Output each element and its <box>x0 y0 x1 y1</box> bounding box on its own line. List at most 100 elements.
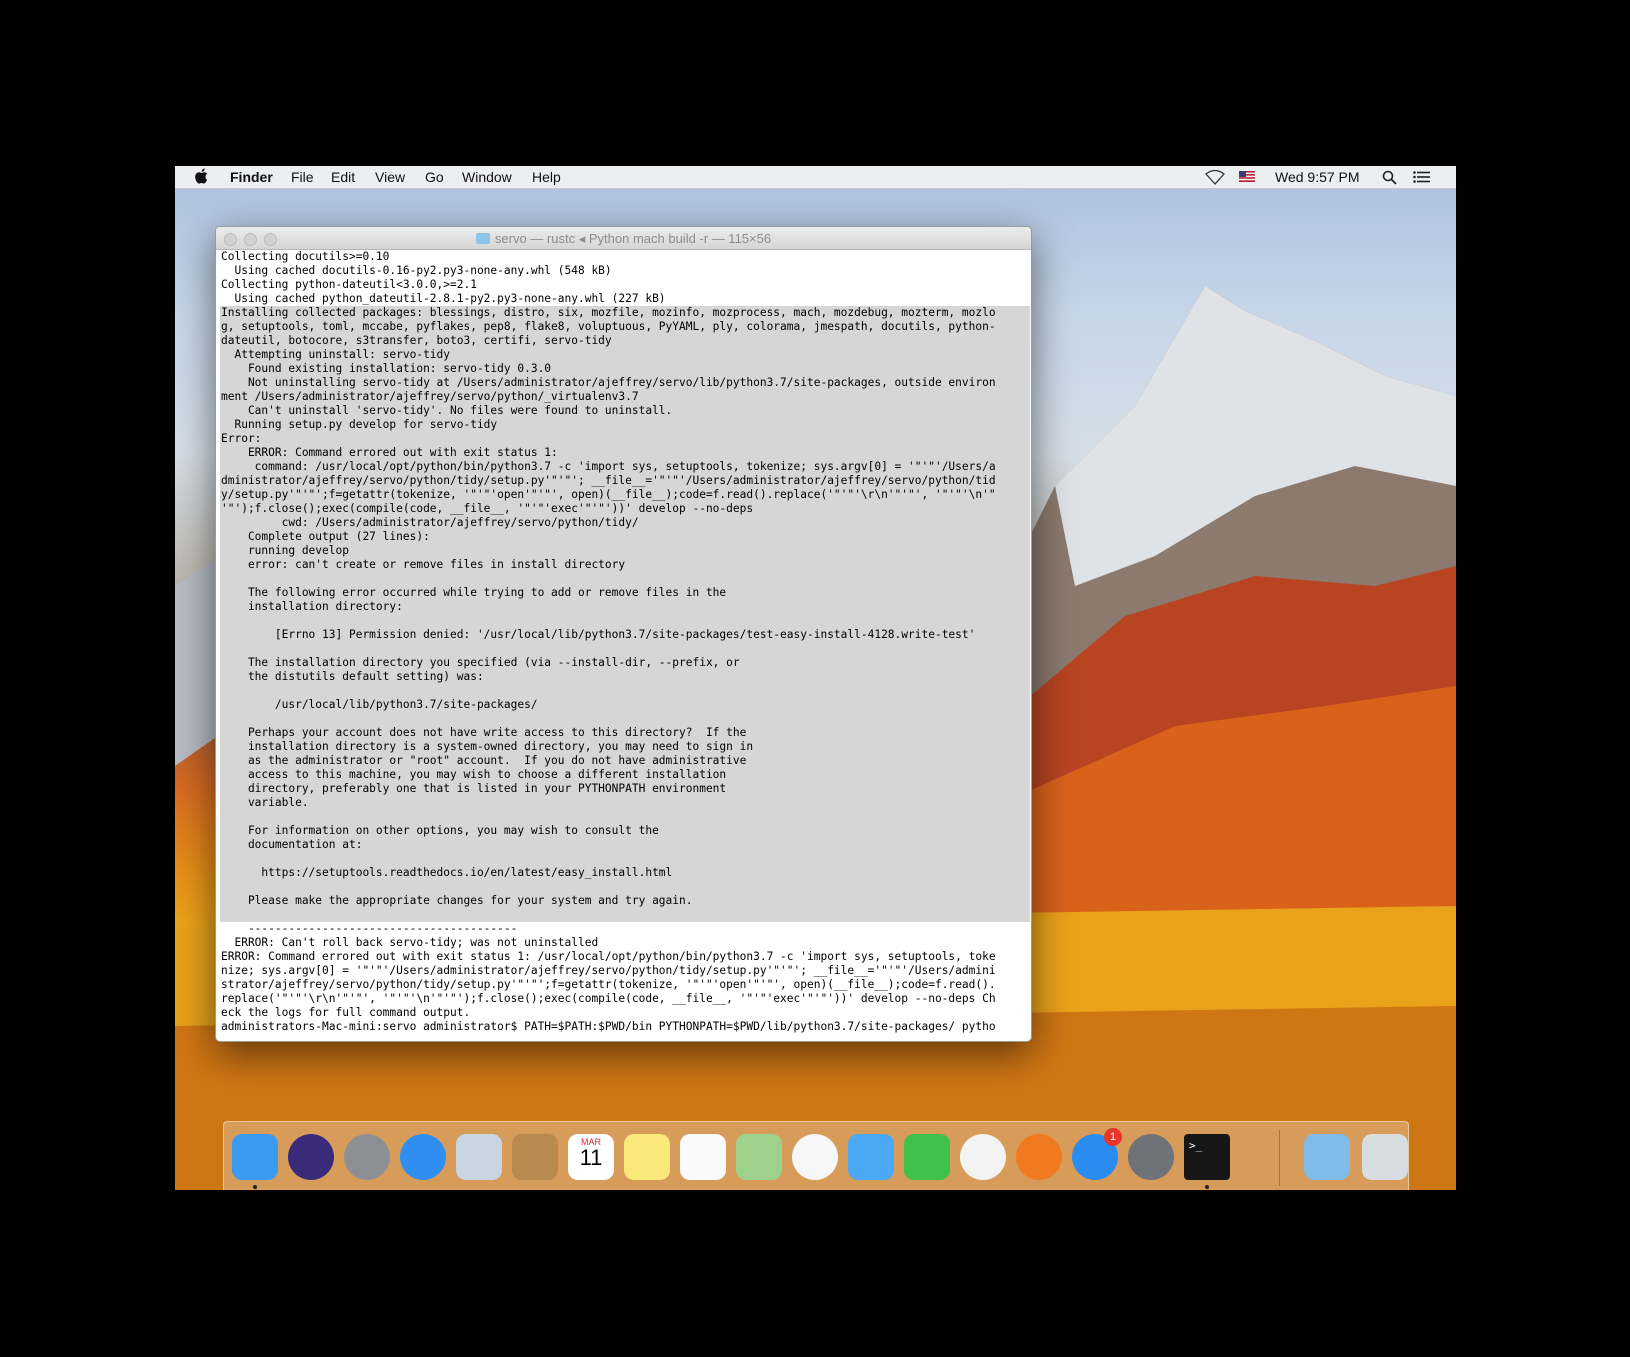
terminal-icon[interactable]: >_ <box>1184 1134 1230 1180</box>
terminal-line: ---------------------------------------- <box>221 922 518 935</box>
terminal-line: Can't uninstall 'servo-tidy'. No files w… <box>220 404 1030 418</box>
trash-icon[interactable] <box>1362 1134 1408 1180</box>
system-preferences-icon[interactable] <box>1128 1134 1174 1180</box>
dock-separator <box>1279 1130 1280 1186</box>
terminal-line: dministrator/ajeffrey/servo/python/tidy/… <box>220 474 1030 488</box>
terminal-line: ERROR: Command errored out with exit sta… <box>221 950 996 963</box>
menu-clock[interactable]: Wed 9:57 PM <box>1275 169 1360 185</box>
terminal-line: Running setup.py develop for servo-tidy <box>220 418 1030 432</box>
menu-help[interactable]: Help <box>532 169 561 185</box>
terminal-output[interactable]: Collecting docutils>=0.10 Using cached d… <box>220 250 1030 1040</box>
terminal-line: Complete output (27 lines): <box>220 530 1030 544</box>
ibooks-icon[interactable] <box>1016 1134 1062 1180</box>
terminal-line: Found existing installation: servo-tidy … <box>220 362 1030 376</box>
notes-icon[interactable] <box>624 1134 670 1180</box>
menu-window[interactable]: Window <box>462 169 512 185</box>
terminal-line <box>220 614 1030 628</box>
menu-edit[interactable]: Edit <box>331 169 355 185</box>
terminal-line: strator/ajeffrey/servo/python/tidy/setup… <box>221 978 996 991</box>
terminal-line: Not uninstalling servo-tidy at /Users/ad… <box>220 376 1030 390</box>
terminal-line: The following error occurred while tryin… <box>220 586 1030 600</box>
terminal-line: Collecting docutils>=0.10 <box>221 250 390 263</box>
menu-view[interactable]: View <box>375 169 405 185</box>
menu-file[interactable]: File <box>291 169 314 185</box>
terminal-line: y/setup.py'"'"';f=getattr(tokenize, '"'"… <box>220 488 1030 502</box>
siri-icon[interactable] <box>288 1134 334 1180</box>
finder-icon[interactable] <box>232 1134 278 1180</box>
terminal-line: Please make the appropriate changes for … <box>220 894 1030 908</box>
terminal-line: error: can't create or remove files in i… <box>220 558 1030 572</box>
terminal-line: variable. <box>220 796 1030 810</box>
terminal-line: Perhaps your account does not have write… <box>220 726 1030 740</box>
running-indicator <box>1205 1185 1209 1189</box>
terminal-line: the distutils default setting) was: <box>220 670 1030 684</box>
itunes-icon[interactable] <box>960 1134 1006 1180</box>
menu-bar: Finder File Edit View Go Window Help Wed… <box>175 166 1456 189</box>
app-store-icon[interactable]: 1 <box>1072 1128 1122 1180</box>
terminal-line: [Errno 13] Permission denied: '/usr/loca… <box>220 628 1030 642</box>
launchpad-icon[interactable] <box>344 1134 390 1180</box>
terminal-line: ment /Users/administrator/ajeffrey/servo… <box>220 390 1030 404</box>
apple-icon[interactable] <box>195 168 209 184</box>
terminal-line: Installing collected packages: blessings… <box>220 306 1030 320</box>
messages-icon[interactable] <box>848 1134 894 1180</box>
safari-icon[interactable] <box>400 1134 446 1180</box>
terminal-line <box>220 810 1030 824</box>
terminal-line: For information on other options, you ma… <box>220 824 1030 838</box>
terminal-line: replace('"'"'\r\n'"'"', '"'"'\n'"'"');f.… <box>221 992 996 1005</box>
terminal-line: installation directory: <box>220 600 1030 614</box>
menu-app-name[interactable]: Finder <box>230 169 273 185</box>
terminal-line: The installation directory you specified… <box>220 656 1030 670</box>
terminal-line: access to this machine, you may wish to … <box>220 768 1030 782</box>
notification-center-icon[interactable] <box>1413 171 1430 183</box>
downloads-icon[interactable] <box>1304 1134 1350 1180</box>
terminal-line: Attempting uninstall: servo-tidy <box>220 348 1030 362</box>
terminal-line: Using cached docutils-0.16-py2.py3-none-… <box>221 264 612 277</box>
flag-icon[interactable] <box>1239 171 1255 182</box>
terminal-line: /usr/local/lib/python3.7/site-packages/ <box>220 698 1030 712</box>
terminal-titlebar[interactable]: servo — rustc ◂ Python mach build -r — 1… <box>216 227 1031 250</box>
terminal-line <box>220 572 1030 586</box>
terminal-line: nize; sys.argv[0] = '"'"'/Users/administ… <box>221 964 996 977</box>
facetime-icon[interactable] <box>904 1134 950 1180</box>
terminal-line: as the administrator or "root" account. … <box>220 754 1030 768</box>
terminal-line: g, setuptools, toml, mccabe, pyflakes, p… <box>220 320 1030 334</box>
terminal-window[interactable]: servo — rustc ◂ Python mach build -r — 1… <box>215 226 1032 1042</box>
terminal-line: Error: <box>220 432 1030 446</box>
dock: MAR 11 1 >_ <box>223 1121 1409 1190</box>
terminal-line: documentation at: <box>220 838 1030 852</box>
terminal-line: eck the logs for full command output. <box>221 1006 471 1019</box>
terminal-line: ERROR: Can't roll back servo-tidy; was n… <box>221 936 599 949</box>
maps-icon[interactable] <box>736 1134 782 1180</box>
terminal-line: dateutil, botocore, s3transfer, boto3, c… <box>220 334 1030 348</box>
terminal-line: ERROR: Command errored out with exit sta… <box>220 446 1030 460</box>
terminal-line <box>220 852 1030 866</box>
terminal-line: installation directory is a system-owned… <box>220 740 1030 754</box>
contacts-icon[interactable] <box>512 1134 558 1180</box>
photos-icon[interactable] <box>792 1134 838 1180</box>
mail-icon[interactable] <box>456 1134 502 1180</box>
terminal-line <box>220 880 1030 894</box>
calendar-icon[interactable]: MAR 11 <box>568 1134 614 1180</box>
terminal-glyph: >_ <box>1189 1139 1203 1152</box>
window-title-area: servo — rustc ◂ Python mach build -r — 1… <box>216 231 1031 247</box>
terminal-line: directory, preferably one that is listed… <box>220 782 1030 796</box>
terminal-line: Collecting python-dateutil<3.0.0,>=2.1 <box>221 278 477 291</box>
calendar-day: 11 <box>579 1145 603 1170</box>
terminal-line <box>220 712 1030 726</box>
app-store-badge: 1 <box>1104 1128 1122 1146</box>
terminal-prompt-line: administrators-Mac-mini:servo administra… <box>221 1020 996 1033</box>
terminal-line <box>220 908 1030 922</box>
terminal-line: running develop <box>220 544 1030 558</box>
terminal-line: Using cached python_dateutil-2.8.1-py2.p… <box>221 292 666 305</box>
running-indicator <box>253 1185 257 1189</box>
menu-go[interactable]: Go <box>425 169 444 185</box>
terminal-line: command: /usr/local/opt/python/bin/pytho… <box>220 460 1030 474</box>
window-title: servo — rustc ◂ Python mach build -r — 1… <box>494 231 772 246</box>
terminal-line: cwd: /Users/administrator/ajeffrey/servo… <box>220 516 1030 530</box>
reminders-icon[interactable] <box>680 1134 726 1180</box>
terminal-line: '"');f.close();exec(compile(code, __file… <box>220 502 1030 516</box>
spotlight-icon[interactable] <box>1382 170 1397 185</box>
terminal-line: https://setuptools.readthedocs.io/en/lat… <box>220 866 1030 880</box>
wifi-icon[interactable] <box>1205 170 1225 185</box>
